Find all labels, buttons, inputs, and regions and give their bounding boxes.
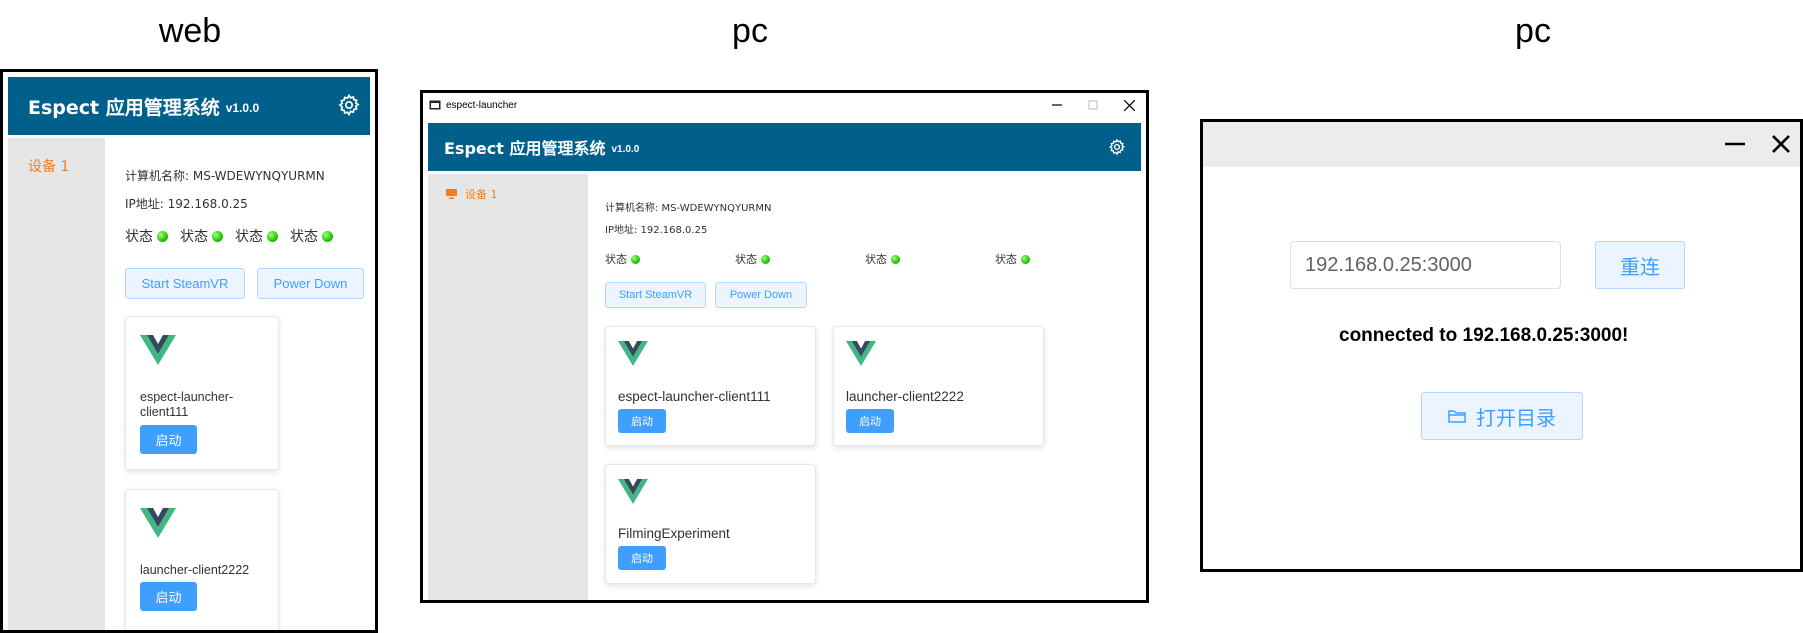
app-header: Espect 应用管理系统 v1.0.0 <box>8 77 370 135</box>
window-title: espect-launcher <box>446 99 518 111</box>
maximize-icon[interactable] <box>1085 97 1101 113</box>
app-title: Espect 应用管理系统 <box>444 139 606 158</box>
status-1: 状态 <box>605 251 640 267</box>
connection-status-message: connected to 192.168.0.25:3000! <box>1339 325 1629 346</box>
app-title: Espect 应用管理系统 <box>28 96 220 119</box>
open-directory-button[interactable]: 打开目录 <box>1421 392 1583 440</box>
vue-logo-icon <box>140 508 176 538</box>
gear-icon[interactable] <box>1107 137 1127 157</box>
app-header: Espect 应用管理系统 v1.0.0 <box>428 123 1141 171</box>
power-down-button[interactable]: Power Down <box>257 268 364 299</box>
status-ok-icon <box>322 230 333 242</box>
vue-logo-icon <box>846 341 876 366</box>
app-version: v1.0.0 <box>225 101 260 115</box>
sidebar-item-label: 设备 1 <box>465 188 498 201</box>
app-name: espect-launcher-client111 <box>618 389 771 404</box>
launch-button[interactable]: 启动 <box>140 582 197 611</box>
status-ok-icon <box>157 230 168 242</box>
vue-logo-icon <box>140 335 176 365</box>
status-4: 状态 <box>995 251 1030 267</box>
app-card: espect-launcher-client111 启动 <box>605 326 816 446</box>
app-name: FilmingExperiment <box>618 526 730 541</box>
app-card: launcher-client2222 启动 <box>833 326 1044 446</box>
sidebar-item-label: 设备 1 <box>28 159 70 175</box>
minimize-icon[interactable] <box>1723 132 1747 156</box>
close-icon[interactable] <box>1121 97 1137 113</box>
status-2: 状态 <box>180 226 223 246</box>
app-card: FilmingExperiment 启动 <box>605 464 816 584</box>
folder-icon <box>1448 409 1466 423</box>
status-ok-icon <box>267 230 278 242</box>
pc-window-panel: espect-launcher Espect 应用管理系统 v1.0.0 设备 … <box>420 90 1149 603</box>
launch-button[interactable]: 启动 <box>846 409 894 433</box>
web-panel: Espect 应用管理系统 v1.0.0 设备 1 计算机名称: MS-WDEW… <box>0 69 378 633</box>
status-label: 状态 <box>865 253 887 266</box>
minimize-icon[interactable] <box>1049 97 1065 113</box>
status-3: 状态 <box>235 226 278 246</box>
status-label: 状态 <box>290 229 318 245</box>
caption-pc-2: pc <box>1515 12 1551 50</box>
caption-pc-1: pc <box>732 12 768 50</box>
vue-logo-icon <box>618 341 648 366</box>
app-card: espect-launcher-client111 启动 <box>125 316 279 470</box>
status-label: 状态 <box>995 253 1017 266</box>
sidebar-item-device-1[interactable]: 设备 1 <box>8 138 105 176</box>
status-label: 状态 <box>735 253 757 266</box>
status-1: 状态 <box>125 226 168 246</box>
sidebar: 设备 1 <box>428 174 588 600</box>
sidebar: 设备 1 <box>8 138 105 630</box>
computer-name: 计算机名称: MS-WDEWYNQYURMN <box>605 203 772 214</box>
app-name: launcher-client2222 <box>846 389 964 404</box>
gear-icon[interactable] <box>336 92 362 118</box>
launch-button[interactable]: 启动 <box>618 546 666 570</box>
app-card: launcher-client2222 启动 <box>125 489 279 630</box>
launch-button[interactable]: 启动 <box>140 425 197 454</box>
connect-panel: 192.168.0.25:3000 重连 connected to 192.16… <box>1200 119 1803 572</box>
status-ok-icon <box>891 254 900 264</box>
status-label: 状态 <box>235 229 263 245</box>
main-content: 计算机名称: MS-WDEWYNQYURMN IP地址: 192.168.0.2… <box>588 174 1141 600</box>
ip-address: IP地址: 192.168.0.25 <box>605 225 708 236</box>
status-ok-icon <box>631 254 640 264</box>
server-address-input[interactable]: 192.168.0.25:3000 <box>1290 241 1561 289</box>
window-titlebar: espect-launcher <box>423 93 1146 117</box>
reconnect-button[interactable]: 重连 <box>1595 241 1685 289</box>
status-3: 状态 <box>865 251 900 267</box>
status-ok-icon <box>212 230 223 242</box>
status-ok-icon <box>761 254 770 264</box>
start-steamvr-button[interactable]: Start SteamVR <box>125 268 245 299</box>
app-window-icon <box>429 100 441 110</box>
status-row: 状态 状态 状态 状态 <box>125 226 333 246</box>
status-label: 状态 <box>605 253 627 266</box>
caption-web: web <box>158 12 222 50</box>
main-content: 计算机名称: MS-WDEWYNQYURMN IP地址: 192.168.0.2… <box>105 138 375 630</box>
sidebar-item-device-1[interactable]: 设备 1 <box>428 174 588 202</box>
close-icon[interactable] <box>1769 132 1793 156</box>
status-2: 状态 <box>735 251 770 267</box>
status-label: 状态 <box>125 229 153 245</box>
monitor-icon <box>446 188 457 199</box>
status-4: 状态 <box>290 226 333 246</box>
open-directory-label: 打开目录 <box>1476 405 1556 430</box>
app-name: launcher-client2222 <box>140 563 250 577</box>
status-ok-icon <box>1021 254 1030 264</box>
power-down-button[interactable]: Power Down <box>715 282 807 308</box>
vue-logo-icon <box>618 479 648 504</box>
start-steamvr-button[interactable]: Start SteamVR <box>605 282 706 308</box>
app-version: v1.0.0 <box>611 143 640 155</box>
dialog-titlebar <box>1203 122 1800 167</box>
computer-name: 计算机名称: MS-WDEWYNQYURMN <box>125 169 325 183</box>
ip-address: IP地址: 192.168.0.25 <box>125 197 248 211</box>
launch-button[interactable]: 启动 <box>618 409 666 433</box>
app-name: espect-launcher-client111 <box>140 390 234 419</box>
status-label: 状态 <box>180 229 208 245</box>
